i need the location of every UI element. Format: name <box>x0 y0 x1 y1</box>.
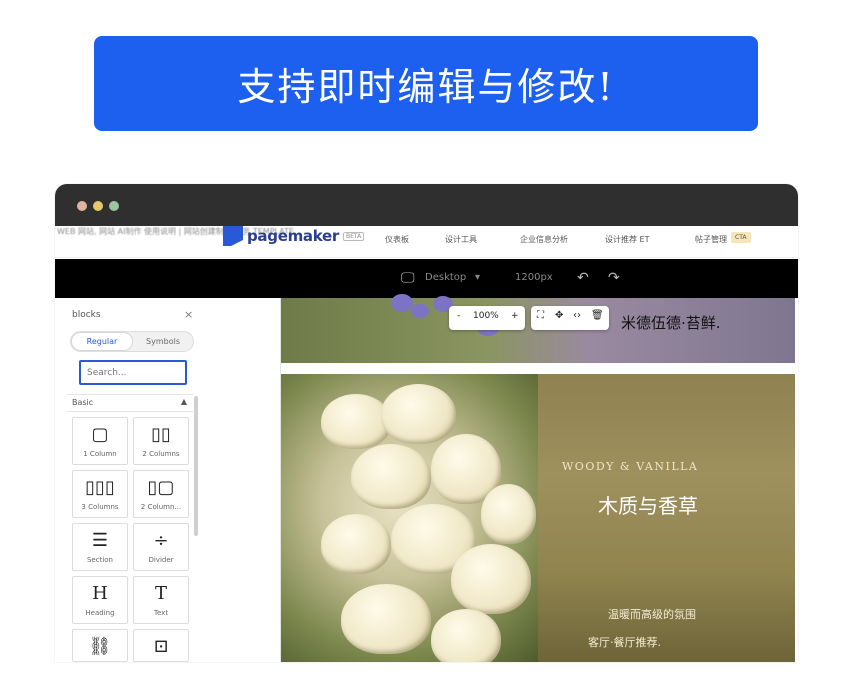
maximize-window-dot[interactable] <box>109 201 119 211</box>
flower-petal <box>431 609 501 662</box>
device-select[interactable]: Desktop <box>425 272 466 283</box>
fullscreen-icon[interactable]: ⛶ <box>537 310 544 321</box>
block-label: 2 Columns <box>142 450 180 458</box>
zoom-in-button[interactable]: + <box>511 311 519 321</box>
flower-petal <box>351 444 431 509</box>
tab-regular[interactable]: Regular <box>71 332 133 351</box>
block-2-columns[interactable]: ▯▯ 2 Columns <box>133 417 189 465</box>
block-label: 1 Column <box>83 450 117 458</box>
flower-photo[interactable] <box>281 374 538 662</box>
product-description-block[interactable]: WOODY & VANILLA 木质与香草 温暖而高级的氛围 客厅·餐厅推荐. <box>538 374 795 662</box>
nav-item-business-analysis[interactable]: 企业信息分析 <box>520 234 568 245</box>
nav-item-post-management[interactable]: 帖子管理 <box>695 234 727 245</box>
lilac-petal <box>391 294 413 312</box>
close-window-dot[interactable] <box>77 201 87 211</box>
block-label: 3 Columns <box>81 503 119 511</box>
desktop-monitor-icon[interactable]: 🖵 <box>401 270 415 286</box>
nav-item-design-recommend[interactable]: 设计推荐 ET <box>605 234 649 245</box>
block-label: 2 Column... <box>140 503 182 511</box>
basic-section-label: Basic <box>72 398 94 407</box>
block-section[interactable]: ☰ Section <box>72 523 128 571</box>
move-icon[interactable]: ✥ <box>555 310 563 321</box>
block-label: Divider <box>148 556 174 564</box>
window-titlebar <box>55 184 798 226</box>
banner-text: 支持即时编辑与修改! <box>237 65 615 109</box>
block-heading[interactable]: H Heading <box>72 576 128 624</box>
close-icon[interactable]: × <box>184 308 193 321</box>
editor-toolbar: 🖵 Desktop ▾ 1200px ↶ ↷ <box>55 259 798 298</box>
embed-icon: ⊡ <box>153 636 169 657</box>
element-edit-tools: ⛶ ✥ ‹› 🗑 <box>531 306 609 330</box>
nav-item-dashboard[interactable]: 仪表板 <box>385 234 409 245</box>
block-text[interactable]: T Text <box>133 576 189 624</box>
editor-canvas[interactable]: - 100% + ⛶ ✥ ‹› 🗑 米德伍德·苔鲜. WOODY & VANIL… <box>281 294 798 662</box>
beta-badge: BETA <box>342 231 365 241</box>
block-label: Text <box>153 609 169 617</box>
logo-text: pagemaker <box>247 227 339 245</box>
flower-petal <box>321 514 391 574</box>
description-line-2[interactable]: 客厅·餐厅推荐. <box>588 634 661 650</box>
divider-icon: ÷ <box>153 530 169 551</box>
block-link[interactable]: ⛓ <box>72 629 128 662</box>
canvas-width: 1200px <box>515 272 553 283</box>
one-column-icon: ▢ <box>91 424 109 445</box>
block-label: Section <box>86 556 113 564</box>
product-title[interactable]: 米德伍德·苔鲜. <box>621 312 721 333</box>
editor-window: WEB 网站, 网站 AI制作 使用说明 | 网站创建制作 服务 TEMPLAT… <box>55 184 798 662</box>
search-input[interactable] <box>79 360 187 385</box>
undo-icon[interactable]: ↶ <box>577 270 589 286</box>
link-icon: ⛓ <box>88 636 112 657</box>
block-embed[interactable]: ⊡ <box>133 629 189 662</box>
zoom-out-button[interactable]: - <box>457 311 460 321</box>
block-divider[interactable]: ÷ Divider <box>133 523 189 571</box>
block-3-columns[interactable]: ▯▯▯ 3 Columns <box>72 470 128 518</box>
panel-title: blocks <box>72 310 101 320</box>
block-label: Heading <box>85 609 115 617</box>
panel-scrollbar[interactable] <box>194 396 198 536</box>
description-line-1[interactable]: 温暖而高级的氛围 <box>608 606 696 622</box>
section-icon: ☰ <box>91 530 109 551</box>
lilac-petal <box>411 304 429 318</box>
two-columns-icon: ▯▯ <box>151 424 171 445</box>
flower-petal <box>451 544 531 614</box>
basic-section-header[interactable]: Basic ▲ <box>67 394 193 412</box>
flower-petal <box>381 384 456 444</box>
chevron-down-icon[interactable]: ▾ <box>475 272 480 283</box>
blocks-panel: blocks × Regular Symbols Basic ▲ ▢ 1 Col… <box>55 298 281 662</box>
english-title[interactable]: WOODY & VANILLA <box>562 460 698 473</box>
flower-petal <box>481 484 536 544</box>
text-icon: T <box>154 583 167 604</box>
top-navigation: WEB 网站, 网站 AI制作 使用说明 | 网站创建制作 服务 TEMPLAT… <box>55 226 798 258</box>
pagemaker-logo-icon <box>223 226 243 246</box>
pagemaker-logo[interactable]: pagemaker BETA <box>223 226 365 246</box>
tab-symbols[interactable]: Symbols <box>133 332 193 351</box>
chevron-up-icon: ▲ <box>180 397 187 406</box>
code-icon[interactable]: ‹› <box>573 310 581 321</box>
cta-button[interactable]: CTA <box>731 232 751 243</box>
zoom-control: - 100% + <box>449 306 525 330</box>
two-columns-variant-icon: ▯▢ <box>147 477 175 498</box>
redo-icon[interactable]: ↷ <box>608 270 620 286</box>
block-2-columns-variant[interactable]: ▯▢ 2 Column... <box>133 470 189 518</box>
trash-icon[interactable]: 🗑 <box>591 310 604 321</box>
nav-item-design-tools[interactable]: 设计工具 <box>445 234 477 245</box>
minimize-window-dot[interactable] <box>93 201 103 211</box>
flower-petal <box>341 584 431 654</box>
heading-icon: H <box>92 583 108 604</box>
promo-banner: 支持即时编辑与修改! <box>94 36 758 131</box>
panel-tabs: Regular Symbols <box>70 331 194 352</box>
zoom-level: 100% <box>473 311 499 321</box>
chinese-title[interactable]: 木质与香草 <box>598 490 698 519</box>
block-1-column[interactable]: ▢ 1 Column <box>72 417 128 465</box>
three-columns-icon: ▯▯▯ <box>85 477 115 498</box>
